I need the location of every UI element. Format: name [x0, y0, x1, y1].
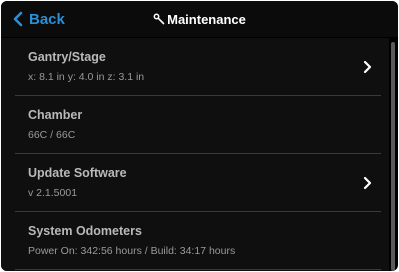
list-item-title: System Odometers	[28, 224, 142, 238]
list-item-title: Update Software	[28, 166, 127, 180]
header-bar: Back Maintenance	[1, 1, 398, 37]
maintenance-screen: Back Maintenance Gantry/Stage x: 8.1 in …	[1, 1, 398, 271]
list-item-title: Gantry/Stage	[28, 50, 106, 64]
list-item-update-software[interactable]: Update Software v 2.1.5001	[15, 154, 381, 212]
chevron-right-icon	[363, 60, 372, 74]
list-item-subtitle: v 2.1.5001	[28, 187, 78, 199]
page-title: Maintenance	[1, 10, 398, 28]
list-item-title: Chamber	[28, 108, 83, 122]
list-item-subtitle: Power On: 342:56 hours / Build: 34:17 ho…	[28, 245, 236, 257]
wrench-icon	[153, 13, 167, 25]
scrollbar[interactable]	[391, 42, 395, 271]
page-title-text: Maintenance	[167, 11, 246, 27]
chevron-right-icon	[363, 176, 372, 190]
list-item-chamber[interactable]: Chamber 66C / 66C	[15, 96, 381, 154]
list-item-system-odometers[interactable]: System Odometers Power On: 342:56 hours …	[15, 212, 381, 270]
settings-list: Gantry/Stage x: 8.1 in y: 4.0 in z: 3.1 …	[1, 38, 389, 271]
list-item-subtitle: x: 8.1 in y: 4.0 in z: 3.1 in	[28, 71, 145, 83]
list-item-gantry-stage[interactable]: Gantry/Stage x: 8.1 in y: 4.0 in z: 3.1 …	[15, 38, 381, 96]
list-item-subtitle: 66C / 66C	[28, 129, 76, 141]
